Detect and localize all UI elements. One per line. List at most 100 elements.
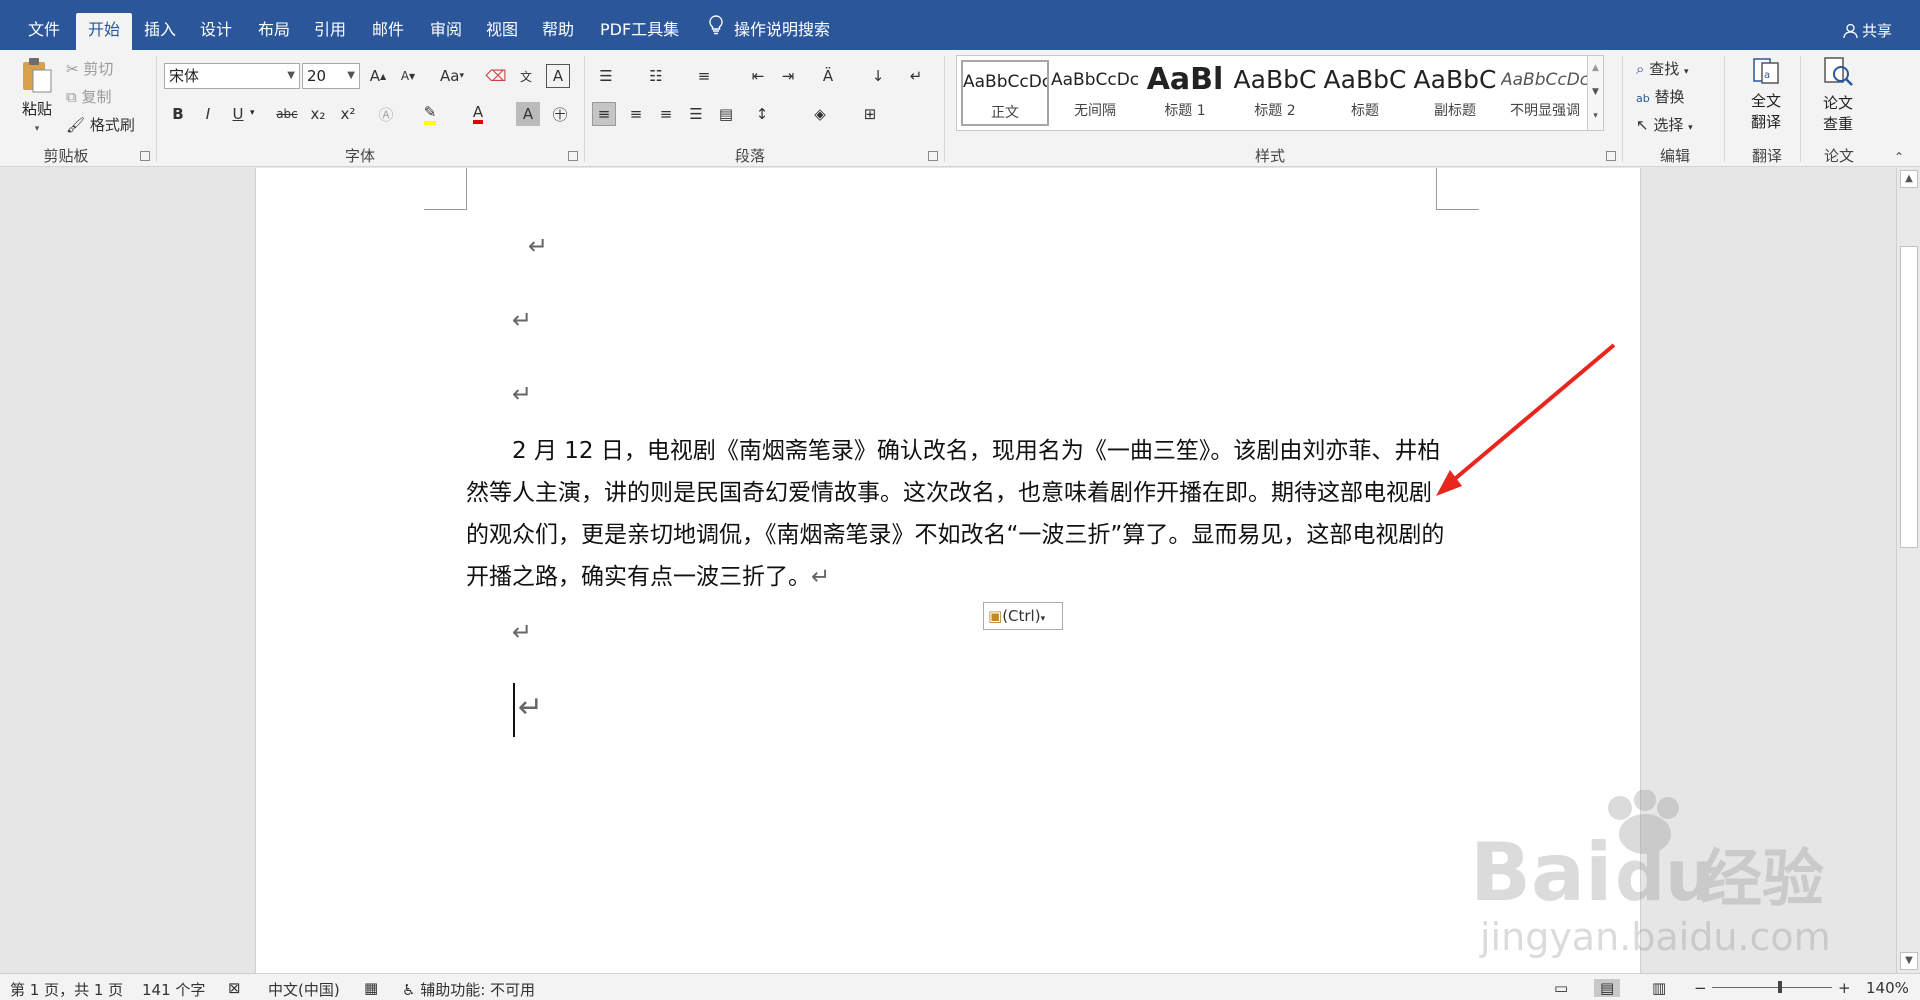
show-marks-button[interactable]: ↵ — [904, 64, 928, 88]
bold-button[interactable]: B — [166, 102, 190, 126]
replace-button[interactable]: ab 替换 — [1636, 86, 1685, 107]
highlight-button[interactable]: ✎ — [418, 102, 442, 126]
dialog-launcher-icon[interactable] — [140, 151, 150, 161]
zoom-out-icon[interactable]: − — [1694, 979, 1707, 997]
svg-text:a: a — [1764, 70, 1770, 81]
superscript-button[interactable]: x² — [336, 102, 360, 126]
font-size-value: 20 — [307, 67, 327, 85]
tab-review[interactable]: 审阅 — [422, 14, 470, 50]
underline-button[interactable]: U — [226, 102, 250, 126]
line-spacing-button[interactable]: ↕ — [750, 102, 774, 126]
dialog-launcher-icon[interactable] — [1606, 151, 1616, 161]
full-text-translate-button[interactable]: a 全文 翻译 — [1740, 56, 1792, 132]
tell-me-search[interactable]: 操作说明搜索 — [700, 14, 838, 50]
document-page[interactable]: ↵ ↵ ↵ 2 月 12 日，电视剧《南烟斋笔录》确认改名，现用名为《一曲三笙》… — [255, 168, 1641, 973]
tab-layout[interactable]: 布局 — [250, 14, 298, 50]
print-layout-icon[interactable]: ▤ — [1594, 979, 1621, 997]
grow-font-icon: A — [369, 67, 381, 85]
font-name-dropdown[interactable]: 宋体 ▼ — [164, 63, 300, 89]
tab-help[interactable]: 帮助 — [534, 14, 582, 50]
borders-button[interactable]: ⊞ — [858, 102, 882, 126]
read-mode-icon[interactable]: ▭ — [1554, 979, 1568, 997]
status-page-count[interactable]: 第 1 页，共 1 页 — [10, 979, 123, 1000]
sort-button[interactable]: ↓ — [866, 64, 890, 88]
phonetic-guide-button[interactable]: 文 — [514, 64, 538, 88]
style-subtitle[interactable]: AaBbC 副标题 — [1411, 60, 1499, 126]
tab-pdf-tools[interactable]: PDF工具集 — [592, 14, 687, 50]
subscript-button[interactable]: x₂ — [306, 102, 330, 126]
share-button[interactable]: 共享 — [1843, 20, 1892, 43]
zoom-slider[interactable] — [1712, 981, 1832, 993]
chevron-down-icon: ▼ — [1592, 87, 1599, 97]
style-heading-1[interactable]: AaBl 标题 1 — [1141, 60, 1229, 126]
zoom-level[interactable]: 140% — [1866, 979, 1909, 997]
numbering-button[interactable]: ☷ — [644, 64, 668, 88]
text-effects-button[interactable]: Ⓐ — [374, 102, 398, 126]
tab-design[interactable]: 设计 — [192, 14, 240, 50]
distributed-button[interactable]: ▤ — [714, 102, 738, 126]
style-no-spacing[interactable]: AaBbCcDc 无间隔 — [1051, 60, 1139, 126]
decrease-indent-button[interactable]: ⇤ — [746, 64, 770, 88]
align-left-button[interactable]: ≡ — [592, 102, 616, 126]
scroll-thumb[interactable] — [1900, 246, 1918, 548]
web-layout-icon[interactable]: ▥ — [1652, 979, 1666, 997]
multilevel-list-icon: ≡ — [697, 67, 711, 85]
shading-button[interactable]: ◈ — [808, 102, 832, 126]
paper-check-button[interactable]: 论文 查重 — [1812, 56, 1864, 134]
copy-button[interactable]: ⧉ 复制 — [66, 86, 112, 107]
strikethrough-button[interactable]: abc — [272, 102, 302, 126]
document-paragraph[interactable]: 2 月 12 日，电视剧《南烟斋笔录》确认改名，现用名为《一曲三笙》。该剧由刘亦… — [466, 430, 1446, 598]
font-size-dropdown[interactable]: 20 ▼ — [302, 63, 360, 89]
status-language[interactable]: 中文(中国) — [268, 979, 340, 1000]
zoom-in-icon[interactable]: + — [1838, 979, 1851, 997]
italic-button[interactable]: I — [196, 102, 220, 126]
grow-font-button[interactable]: A ▲ — [366, 64, 390, 88]
shrink-font-button[interactable]: A ▼ — [396, 64, 420, 88]
style-subtle-emphasis[interactable]: AaBbCcDc 不明显强调 — [1501, 60, 1589, 126]
tab-view[interactable]: 视图 — [478, 14, 526, 50]
status-accessibility[interactable]: ♿ 辅助功能: 不可用 — [402, 979, 535, 1000]
clear-formatting-button[interactable]: ⌫ — [484, 64, 508, 88]
collapse-ribbon-icon[interactable]: ⌃ — [1894, 150, 1904, 164]
tab-file[interactable]: 文件 — [20, 14, 68, 50]
status-word-count[interactable]: 141 个字 — [142, 979, 205, 1000]
enclose-characters-button[interactable]: ㊉ — [548, 102, 572, 126]
cut-button[interactable]: ✂ 剪切 — [66, 58, 113, 79]
paste-options-button[interactable]: ▣(Ctrl)▾ — [983, 602, 1063, 630]
tab-references[interactable]: 引用 — [306, 14, 354, 50]
macro-icon[interactable]: ▦ — [364, 979, 378, 997]
proofing-icon[interactable]: ⊠ — [228, 979, 241, 997]
dialog-launcher-icon[interactable] — [568, 151, 578, 161]
align-right-button[interactable]: ≡ — [654, 102, 678, 126]
tab-insert[interactable]: 插入 — [136, 14, 184, 50]
change-case-button[interactable]: Aa ▾ — [432, 64, 472, 88]
multilevel-list-button[interactable]: ≡ — [692, 64, 716, 88]
watermark-brand: Bai — [1470, 826, 1612, 919]
bullets-button[interactable]: ☰ — [594, 64, 618, 88]
style-heading-2[interactable]: AaBbC 标题 2 — [1231, 60, 1319, 126]
paste-button[interactable]: 粘贴 ▾ — [14, 56, 60, 136]
vertical-scrollbar[interactable]: ▲ ▼ — [1896, 168, 1920, 973]
style-normal[interactable]: AaBbCcDc 正文 — [961, 60, 1049, 126]
align-center-button[interactable]: ≡ — [624, 102, 648, 126]
chinese-layout-button[interactable]: Ä — [816, 64, 840, 88]
font-color-button[interactable]: A — [466, 102, 490, 126]
dialog-launcher-icon[interactable] — [928, 151, 938, 161]
character-border-button[interactable]: A — [546, 64, 570, 88]
select-button[interactable]: ↖ 选择 ▾ — [1636, 114, 1693, 135]
style-sample: AaBbCcDc — [963, 72, 1047, 92]
gallery-scroll[interactable]: ▲ ▼ ▾ — [1587, 56, 1603, 130]
zoom-slider-thumb[interactable] — [1778, 981, 1782, 993]
increase-indent-button[interactable]: ⇥ — [776, 64, 800, 88]
find-button[interactable]: ⌕ 查找 ▾ — [1636, 58, 1689, 79]
justify-button[interactable]: ☰ — [684, 102, 708, 126]
style-name: 不明显强调 — [1510, 103, 1580, 119]
tab-mailings[interactable]: 邮件 — [364, 14, 412, 50]
format-painter-button[interactable]: 🖌 格式刷 — [66, 114, 135, 135]
style-title[interactable]: AaBbC 标题 — [1321, 60, 1409, 126]
scroll-down-icon[interactable]: ▼ — [1900, 952, 1918, 970]
scroll-up-icon[interactable]: ▲ — [1900, 170, 1918, 188]
tab-home[interactable]: 开始 — [76, 13, 132, 50]
character-shading-button[interactable]: A — [516, 102, 540, 126]
format-painter-label: 格式刷 — [89, 116, 135, 134]
